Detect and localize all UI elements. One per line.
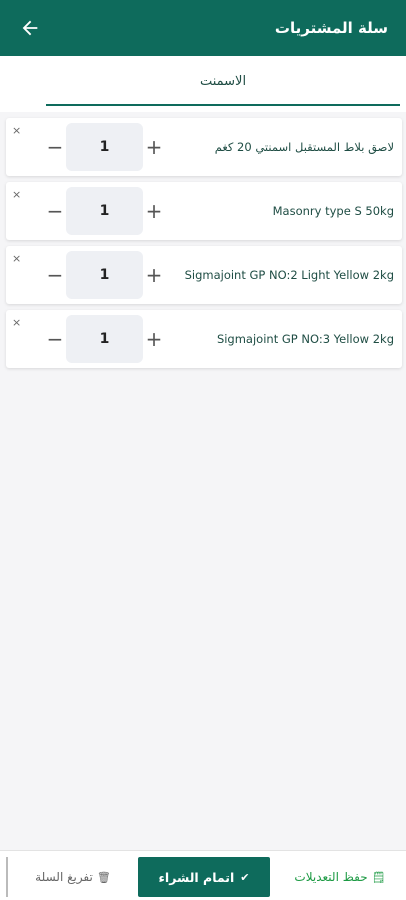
category-tabs: الاسمنت — [0, 56, 406, 112]
back-button[interactable] — [14, 12, 46, 44]
remove-item-button[interactable]: × — [12, 125, 21, 136]
tab-cement[interactable]: الاسمنت — [46, 56, 400, 106]
app-bar: سلة المشتريات — [0, 0, 406, 56]
note-icon: 🗒 — [371, 870, 386, 884]
arrow-left-icon — [22, 20, 38, 36]
trash-icon: 🗑 — [96, 870, 111, 884]
quantity-value[interactable]: 1 — [66, 123, 143, 171]
item-name: لاصق بلاط المستقبل اسمنتي 20 كغم — [214, 140, 394, 154]
increase-quantity-button[interactable]: + — [144, 327, 164, 351]
item-name: Sigmajoint GP NO:3 Yellow 2kg — [216, 332, 394, 346]
save-changes-label: حفظ التعديلات — [294, 870, 368, 884]
tab-indicator — [46, 104, 400, 106]
quantity-value[interactable]: 1 — [66, 315, 143, 363]
decrease-quantity-button[interactable]: − — [46, 327, 64, 351]
decrease-quantity-button[interactable]: − — [46, 135, 64, 159]
cart-item-list: × − 1 + لاصق بلاط المستقبل اسمنتي 20 كغم… — [6, 118, 402, 374]
bottom-action-bar: 🗑 تفريغ السلة ✔ اتمام الشراء 🗒 حفظ التعد… — [0, 850, 406, 900]
page-title: سلة المشتريات — [274, 19, 388, 37]
decrease-quantity-button[interactable]: − — [46, 199, 64, 223]
remove-item-button[interactable]: × — [12, 317, 21, 328]
decrease-quantity-button[interactable]: − — [46, 263, 64, 287]
checkout-label: اتمام الشراء — [158, 869, 235, 885]
increase-quantity-button[interactable]: + — [144, 263, 164, 287]
quantity-value[interactable]: 1 — [66, 187, 143, 235]
divider — [6, 857, 8, 897]
cart-item: × − 1 + Sigmajoint GP NO:2 Light Yellow … — [6, 246, 402, 304]
increase-quantity-button[interactable]: + — [144, 199, 164, 223]
cart-item: × − 1 + Sigmajoint GP NO:3 Yellow 2kg — [6, 310, 402, 368]
item-name: Masonry type S 50kg — [272, 204, 394, 218]
remove-item-button[interactable]: × — [12, 189, 21, 200]
save-changes-button[interactable]: 🗒 حفظ التعديلات — [280, 857, 400, 897]
remove-item-button[interactable]: × — [12, 253, 21, 264]
cart-item: × − 1 + Masonry type S 50kg — [6, 182, 402, 240]
checkout-button[interactable]: ✔ اتمام الشراء — [138, 857, 270, 897]
check-icon: ✔ — [240, 870, 250, 884]
clear-cart-label: تفريغ السلة — [35, 870, 93, 884]
clear-cart-button[interactable]: 🗑 تفريغ السلة — [16, 857, 130, 897]
quantity-value[interactable]: 1 — [66, 251, 143, 299]
increase-quantity-button[interactable]: + — [144, 135, 164, 159]
cart-item: × − 1 + لاصق بلاط المستقبل اسمنتي 20 كغم — [6, 118, 402, 176]
item-name: Sigmajoint GP NO:2 Light Yellow 2kg — [184, 268, 394, 282]
